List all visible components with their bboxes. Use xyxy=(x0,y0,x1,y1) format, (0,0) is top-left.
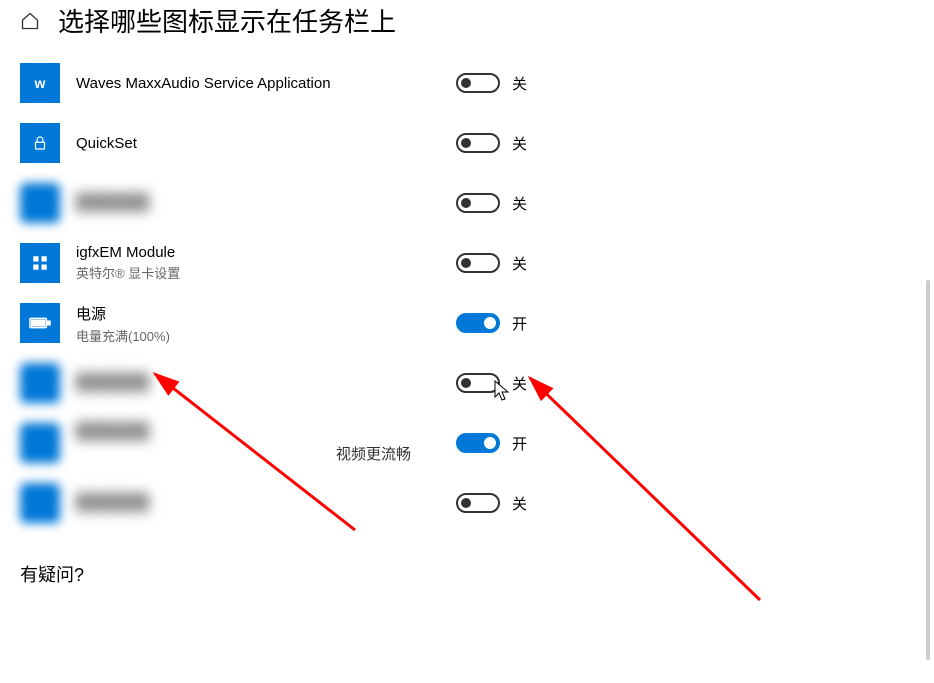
app-icon xyxy=(20,183,60,223)
app-text: ██████ xyxy=(76,183,456,223)
toggle-switch[interactable] xyxy=(456,193,500,213)
toggle-label: 关 xyxy=(512,73,527,94)
taskbar-icon-row: igfxEM Module 英特尔® 显卡设置 关 xyxy=(20,237,934,297)
toggle-switch[interactable] xyxy=(456,73,500,93)
toggle-label: 开 xyxy=(512,313,527,334)
home-icon[interactable] xyxy=(20,11,40,31)
scrollbar[interactable] xyxy=(926,280,930,660)
app-title-blurred: ██████ xyxy=(76,374,456,392)
app-title-blurred: ██████ xyxy=(76,194,456,212)
extra-caption: 视频更流畅 xyxy=(336,443,456,464)
toggle-label: 关 xyxy=(512,493,527,514)
taskbar-icon-row: w Waves MaxxAudio Service Application 关 xyxy=(20,57,934,117)
toggle-label: 关 xyxy=(512,133,527,154)
app-text: igfxEM Module 英特尔® 显卡设置 xyxy=(76,243,456,283)
app-title: Waves MaxxAudio Service Application xyxy=(76,75,456,92)
app-subtitle: 英特尔® 显卡设置 xyxy=(76,263,456,282)
app-icon xyxy=(20,363,60,403)
toggle-switch[interactable] xyxy=(456,373,500,393)
app-text: ██████ xyxy=(76,363,456,403)
app-text: QuickSet xyxy=(76,123,456,163)
page-title: 选择哪些图标显示在任务栏上 xyxy=(58,2,396,39)
app-title-blurred: ██████ xyxy=(76,423,456,441)
taskbar-icon-row: QuickSet 关 xyxy=(20,117,934,177)
taskbar-icon-row: ██████ 关 xyxy=(20,177,934,237)
taskbar-icon-row: ██████ 关 xyxy=(20,357,934,417)
app-icon: w xyxy=(20,63,60,103)
toggle-label: 关 xyxy=(512,253,527,274)
app-text: Waves MaxxAudio Service Application xyxy=(76,63,456,103)
toggle-label: 关 xyxy=(512,373,527,394)
app-title: QuickSet xyxy=(76,135,456,152)
toggle-switch[interactable] xyxy=(456,133,500,153)
app-icon xyxy=(20,123,60,163)
taskbar-icon-row: ██████ 关 xyxy=(20,477,934,537)
toggle-switch[interactable] xyxy=(456,253,500,273)
help-question[interactable]: 有疑问? xyxy=(20,561,934,587)
toggle-switch[interactable] xyxy=(456,313,500,333)
app-text: ██████ 视频更流畅 xyxy=(76,423,456,464)
app-title: 电源 xyxy=(76,303,456,324)
toggle-label: 开 xyxy=(512,433,527,454)
toggle-switch[interactable] xyxy=(456,493,500,513)
toggle-switch[interactable] xyxy=(456,433,500,453)
app-text: ██████ xyxy=(76,483,456,523)
toggle-label: 关 xyxy=(512,193,527,214)
taskbar-icon-row: 电源电量充满(100%) 开 xyxy=(20,297,934,357)
app-icon xyxy=(20,483,60,523)
app-icon xyxy=(20,423,60,463)
app-subtitle: 电量充满(100%) xyxy=(76,326,456,345)
app-icon xyxy=(20,303,60,343)
taskbar-icon-row: ██████ 视频更流畅 开 xyxy=(20,417,934,477)
app-title-blurred: ██████ xyxy=(76,494,456,512)
app-title: igfxEM Module xyxy=(76,244,456,261)
app-icon xyxy=(20,243,60,283)
app-text: 电源电量充满(100%) xyxy=(76,303,456,345)
